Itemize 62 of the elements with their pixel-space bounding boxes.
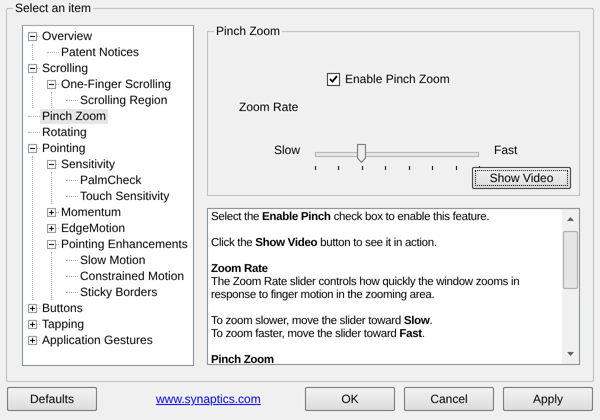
tick-mark [456,166,457,170]
tree-item[interactable]: Sensitivity [59,156,118,172]
expand-icon[interactable] [47,224,56,232]
checkbox[interactable] [327,72,340,86]
tick-mark [432,166,434,170]
collapse-icon[interactable] [47,80,56,88]
slider-min-label: Slow [274,143,300,157]
tick-mark [385,166,386,170]
dialog-button[interactable]: OK [305,387,395,411]
tick-mark [315,166,316,170]
tree-item[interactable]: Momentum [59,204,124,220]
defaults-button[interactable]: Defaults [7,387,97,411]
slider-max-label: Fast [494,143,518,157]
tree-item[interactable]: Tapping [40,316,86,332]
tree-item[interactable]: Constrained Motion [78,268,186,284]
checkbox-label: Enable Pinch Zoom [345,72,450,86]
tree-item[interactable]: Pointing Enhancements [59,236,190,252]
scroll-down-icon[interactable] [567,352,574,356]
tree-item[interactable]: Buttons [40,300,85,316]
expand-icon[interactable] [47,208,56,216]
tree-item[interactable]: Scrolling Region [78,92,170,108]
tree-item[interactable]: Touch Sensitivity [78,188,172,204]
tree-item[interactable]: Pointing [40,140,88,156]
tree-item[interactable]: Slow Motion [78,252,148,268]
help-paragraph: Select the Enable Pinch check box to enable this feature. [211,211,490,224]
tree-item[interactable]: Pinch Zoom [40,108,108,124]
show-video-button[interactable]: Show Video [472,167,571,189]
help-paragraph: Click the Show Video button to see it in action. [211,237,438,250]
expand-icon[interactable] [28,304,37,312]
tree-item[interactable]: Rotating [40,124,89,140]
website-link[interactable]: www.synaptics.com [156,392,261,406]
tree-item[interactable]: Patent Notices [59,44,142,60]
group-title: Pinch Zoom [214,24,282,38]
collapse-icon[interactable] [28,144,37,152]
tick-mark [362,166,363,170]
tick-mark [338,166,340,170]
help-paragraph: To zoom slower, move the slider toward Slow. To zoom faster, move the slider toward Fast. [211,315,434,341]
collapse-icon[interactable] [28,32,37,40]
tree-item[interactable]: Sticky Borders [78,284,160,300]
help-paragraph: The Zoom Rate slider controls how quickly the window zooms in response to finger motion in the zooming area. [211,276,520,302]
dialog-button[interactable]: Cancel [404,387,494,411]
group-title: Select an item [13,1,94,15]
scroll-thumb[interactable] [563,231,578,289]
slider-label: Zoom Rate [239,100,300,114]
collapse-icon[interactable] [47,240,56,248]
tree-item[interactable]: Application Gestures [40,332,155,348]
collapse-icon[interactable] [47,160,56,168]
dialog-button[interactable]: Apply [503,387,593,411]
collapse-icon[interactable] [28,64,37,72]
scroll-up-icon[interactable] [567,217,574,221]
tree-item[interactable]: EdgeMotion [59,220,128,236]
slider-thumb[interactable] [356,144,366,163]
tree-item[interactable]: PalmCheck [78,172,144,188]
tree-item[interactable]: Overview [40,28,94,44]
tree-item[interactable]: Scrolling [40,60,90,76]
tick-mark [408,166,410,170]
expand-icon[interactable] [28,336,37,344]
help-heading: Pinch Zoom [211,354,275,364]
expand-icon[interactable] [28,320,37,328]
help-heading: Zoom Rate [211,263,269,276]
tree-item[interactable]: One-Finger Scrolling [59,76,174,92]
check-icon [329,75,338,83]
